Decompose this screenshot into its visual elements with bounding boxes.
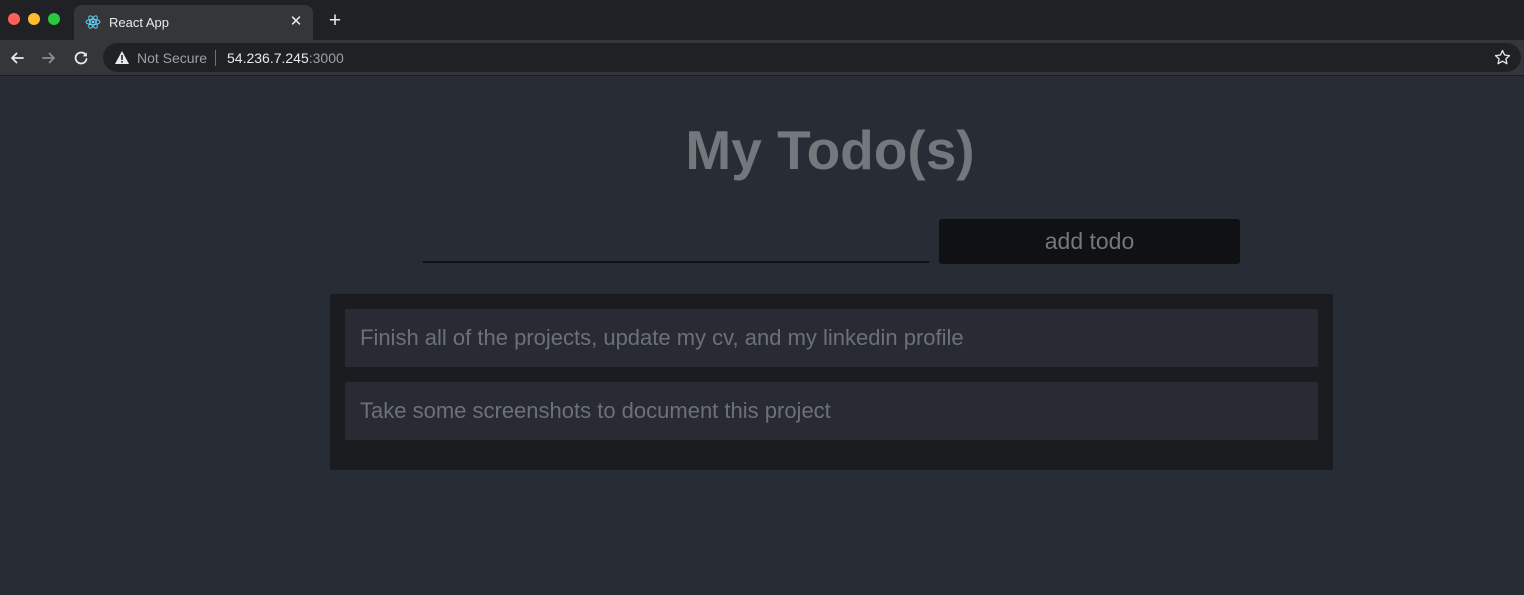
page-title: My Todo(s)	[685, 119, 975, 181]
reload-icon[interactable]	[70, 47, 92, 69]
url-host: 54.236.7.245	[227, 50, 309, 66]
browser-tab-strip: React App ✕ +	[0, 0, 1524, 40]
browser-toolbar: Not Secure 54.236.7.245:3000	[0, 40, 1524, 76]
forward-arrow-icon[interactable]	[38, 47, 60, 69]
todo-input[interactable]	[423, 219, 929, 263]
add-todo-button[interactable]: add todo	[939, 219, 1240, 264]
new-tab-button[interactable]: +	[325, 10, 345, 31]
warning-icon	[114, 50, 130, 65]
security-status-label[interactable]: Not Secure	[137, 50, 207, 66]
todo-list: Finish all of the projects, update my cv…	[330, 294, 1333, 470]
todo-item[interactable]: Finish all of the projects, update my cv…	[345, 309, 1318, 367]
window-close-button[interactable]	[8, 13, 20, 25]
close-tab-icon[interactable]: ✕	[287, 13, 305, 31]
star-icon[interactable]	[1494, 49, 1511, 66]
address-bar[interactable]: Not Secure 54.236.7.245:3000	[103, 43, 1521, 72]
address-bar-divider	[215, 50, 216, 66]
url-port: :3000	[308, 50, 344, 66]
react-logo-icon	[85, 14, 101, 30]
url-text[interactable]: 54.236.7.245:3000	[227, 50, 344, 66]
tab-title: React App	[109, 15, 169, 30]
browser-tab-active[interactable]: React App ✕	[74, 5, 313, 40]
back-arrow-icon[interactable]	[6, 47, 28, 69]
window-zoom-button[interactable]	[48, 13, 60, 25]
todo-item[interactable]: Take some screenshots to document this p…	[345, 382, 1318, 440]
window-minimize-button[interactable]	[28, 13, 40, 25]
